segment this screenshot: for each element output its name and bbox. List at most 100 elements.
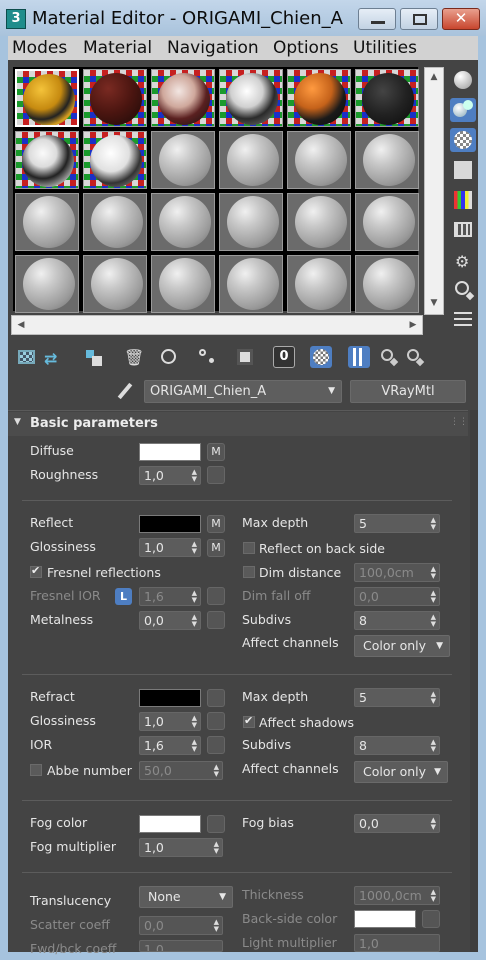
refract-color-swatch[interactable] xyxy=(139,689,201,707)
refract-max-depth-spinner[interactable]: 5 ▲ ▼ xyxy=(354,688,440,707)
thickness-spinner[interactable]: 1000,0cm ▲ ▼ xyxy=(354,886,440,905)
material-type-button[interactable]: VRayMtl xyxy=(350,380,466,403)
material-slot[interactable] xyxy=(355,255,419,313)
reflect-affect-channels-dropdown[interactable]: Color only ▼ xyxy=(354,635,450,657)
material-slot[interactable] xyxy=(151,193,215,251)
reflect-subdivs-spinner[interactable]: 8 ▲ ▼ xyxy=(354,611,440,630)
go-to-parent-icon[interactable] xyxy=(378,346,400,368)
dim-distance-spinner[interactable]: 100,0cm ▲ ▼ xyxy=(354,563,440,582)
app-icon[interactable]: 3 xyxy=(6,9,26,29)
background-icon[interactable] xyxy=(450,128,476,152)
eyedropper-icon[interactable] xyxy=(116,382,134,400)
roughness-spinner[interactable]: 1,0 ▲ ▼ xyxy=(139,466,201,485)
scroll-down-icon[interactable]: ▼ xyxy=(425,294,443,312)
show-end-result-icon[interactable] xyxy=(348,346,370,368)
menu-navigation[interactable]: Navigation xyxy=(167,38,259,58)
close-button[interactable]: ✕ xyxy=(442,8,480,30)
refract-map-button[interactable] xyxy=(207,689,225,707)
backside-color-swatch[interactable] xyxy=(354,910,416,928)
material-slot[interactable] xyxy=(287,255,351,313)
ior-map-button[interactable] xyxy=(207,736,225,754)
menu-material[interactable]: Material xyxy=(83,38,152,58)
material-slot[interactable] xyxy=(287,131,351,189)
material-slot[interactable] xyxy=(355,131,419,189)
fresnel-checkbox[interactable]: ✔ xyxy=(30,564,42,578)
scroll-right-icon[interactable]: ▶ xyxy=(404,316,422,334)
metalness-spinner[interactable]: 0,0 ▲ ▼ xyxy=(139,611,201,630)
material-slot[interactable] xyxy=(287,69,351,127)
material-slot[interactable] xyxy=(15,193,79,251)
ior-spinner[interactable]: 1,6 ▲ ▼ xyxy=(139,736,201,755)
rollout-header[interactable]: ▼ Basic parameters ⋮⋮ xyxy=(8,412,468,436)
roughness-map-button[interactable] xyxy=(207,466,225,484)
material-slot[interactable] xyxy=(83,131,147,189)
material-slot[interactable] xyxy=(219,131,283,189)
material-slot[interactable] xyxy=(287,193,351,251)
refract-glossiness-spinner[interactable]: 1,0 ▲ ▼ xyxy=(139,712,201,731)
minimize-button[interactable] xyxy=(358,8,396,30)
material-slot[interactable] xyxy=(355,69,419,127)
fog-multiplier-spinner[interactable]: 1,0 ▲ ▼ xyxy=(139,838,223,857)
fog-color-swatch[interactable] xyxy=(139,815,201,833)
refract-affect-channels-dropdown[interactable]: Color only ▼ xyxy=(354,761,448,783)
chevron-down-icon[interactable]: ▼ xyxy=(328,381,335,402)
menu-modes[interactable]: Modes xyxy=(12,38,67,58)
material-slot[interactable] xyxy=(219,69,283,127)
material-name-field[interactable]: ORIGAMI_Chien_A ▼ xyxy=(144,380,342,403)
material-slot[interactable] xyxy=(15,69,79,127)
reflect-max-depth-spinner[interactable]: 5 ▲ ▼ xyxy=(354,514,440,533)
material-slot[interactable] xyxy=(83,255,147,313)
light-multiplier-spinner[interactable]: 1,0 xyxy=(354,934,440,952)
show-in-viewport-icon[interactable] xyxy=(310,346,332,368)
material-slot[interactable] xyxy=(151,69,215,127)
dim-distance-checkbox[interactable] xyxy=(243,566,255,578)
put-to-library-icon[interactable] xyxy=(196,346,218,368)
maximize-button[interactable] xyxy=(400,8,438,30)
menu-utilities[interactable]: Utilities xyxy=(353,38,417,58)
video-color-check-icon[interactable] xyxy=(450,188,476,212)
options-icon[interactable]: ⚙ xyxy=(450,248,476,272)
fwdbck-coeff-spinner[interactable]: 1,0 xyxy=(139,940,223,952)
title-bar[interactable]: 3 Material Editor - ORIGAMI_Chien_A ✕ xyxy=(0,0,486,36)
assign-to-selection-icon[interactable] xyxy=(82,346,104,368)
make-preview-icon[interactable] xyxy=(450,218,476,242)
fog-bias-spinner[interactable]: 0,0 ▲ ▼ xyxy=(354,814,440,833)
go-forward-icon[interactable] xyxy=(404,346,426,368)
abbe-spinner[interactable]: 50,0 ▲ ▼ xyxy=(139,761,223,780)
reflect-map-button[interactable]: M xyxy=(207,515,225,533)
put-to-scene-icon[interactable]: ⇄ xyxy=(42,346,64,368)
scatter-coeff-spinner[interactable]: 0,0 ▲ ▼ xyxy=(139,916,223,935)
affect-shadows-checkbox[interactable]: ✔ xyxy=(243,714,255,728)
diffuse-map-button[interactable]: M xyxy=(207,443,225,461)
material-slot[interactable] xyxy=(15,131,79,189)
material-slot[interactable] xyxy=(219,193,283,251)
fresnel-ior-map-button[interactable] xyxy=(207,587,225,605)
backside-color-map-button[interactable] xyxy=(422,910,440,928)
sample-uv-tiling-icon[interactable] xyxy=(450,158,476,182)
material-slot[interactable] xyxy=(83,69,147,127)
collapse-icon[interactable]: ▼ xyxy=(14,417,21,427)
reset-map-icon[interactable]: 🗑 xyxy=(120,346,144,368)
save-to-library-icon[interactable] xyxy=(234,346,256,368)
slots-horizontal-scrollbar[interactable]: ◀ ▶ xyxy=(11,315,423,335)
reflect-glossiness-map-button[interactable]: M xyxy=(207,539,225,557)
refract-subdivs-spinner[interactable]: 8 ▲ ▼ xyxy=(354,736,440,755)
material-slot[interactable] xyxy=(355,193,419,251)
diffuse-color-swatch[interactable] xyxy=(139,443,201,461)
scroll-left-icon[interactable]: ◀ xyxy=(12,316,30,334)
fresnel-ior-lock-button[interactable]: L xyxy=(115,588,132,605)
backlight-icon[interactable] xyxy=(450,98,476,122)
slots-vertical-scrollbar[interactable]: ▲ ▼ xyxy=(424,67,444,315)
translucency-dropdown[interactable]: None ▼ xyxy=(139,886,233,908)
menu-options[interactable]: Options xyxy=(273,38,339,58)
material-map-navigator-icon[interactable] xyxy=(450,308,476,332)
sample-type-icon[interactable] xyxy=(450,68,476,92)
refract-glossiness-map-button[interactable] xyxy=(207,712,225,730)
get-material-icon[interactable] xyxy=(16,346,38,368)
reflect-back-checkbox[interactable] xyxy=(243,542,255,554)
scroll-up-icon[interactable]: ▲ xyxy=(425,68,443,86)
material-id-icon[interactable]: 0 xyxy=(273,346,295,368)
panel-scrollbar[interactable] xyxy=(470,410,478,952)
make-unique-icon[interactable] xyxy=(158,346,180,368)
material-slot[interactable] xyxy=(15,255,79,313)
